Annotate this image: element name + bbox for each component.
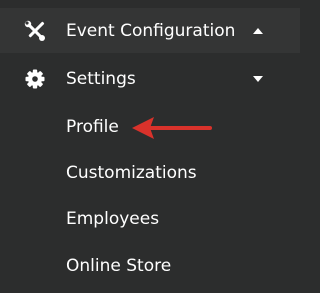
tools-icon	[24, 20, 46, 42]
menu-item-label: Settings	[66, 68, 136, 89]
red-arrow-icon	[132, 117, 212, 139]
submenu-item-profile[interactable]: Profile	[66, 117, 119, 137]
gear-icon	[24, 68, 46, 90]
caret-up-icon[interactable]	[252, 26, 264, 36]
menu-item-label: Event Configuration	[66, 20, 236, 41]
submenu-item-customizations[interactable]: Customizations	[66, 163, 197, 183]
caret-down-icon[interactable]	[252, 74, 264, 84]
submenu-item-employees[interactable]: Employees	[66, 209, 159, 229]
menu-item-settings[interactable]: Settings	[0, 56, 300, 101]
menu-item-event-configuration[interactable]: Event Configuration	[0, 8, 300, 53]
submenu-item-online-store[interactable]: Online Store	[66, 256, 171, 276]
